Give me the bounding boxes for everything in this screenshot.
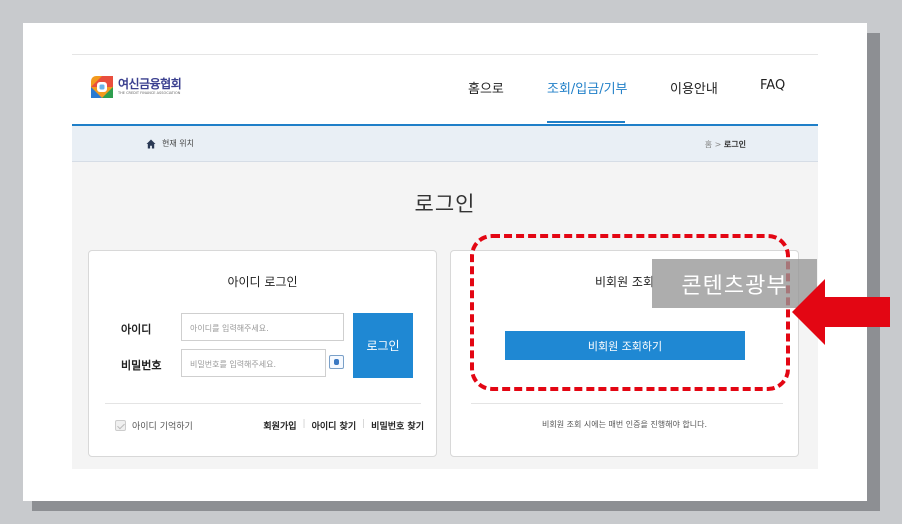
nav-guide[interactable]: 이용안내 xyxy=(670,78,718,97)
site-logo[interactable]: 여신금융협회 THE CREDIT FINANCE ASSOCIATION xyxy=(90,75,182,99)
id-input[interactable]: 아이디를 입력해주세요. xyxy=(181,313,344,341)
remember-id[interactable]: 아이디 기억하기 xyxy=(115,419,193,432)
nav-home[interactable]: 홈으로 xyxy=(468,78,504,97)
nav-inquiry[interactable]: 조회/입금/기부 xyxy=(547,78,628,97)
divider xyxy=(105,403,421,404)
arrow-left-icon xyxy=(792,279,890,345)
account-links: 회원가입 | 아이디 찾기 | 비밀번호 찾기 xyxy=(263,419,424,432)
find-pw-link[interactable]: 비밀번호 찾기 xyxy=(371,419,424,432)
breadcrumb: 현재 위치 홈 > 로그인 xyxy=(72,126,818,162)
login-button[interactable]: 로그인 xyxy=(353,313,413,378)
guest-note: 비회원 조회 시에는 매번 인증을 진행해야 합니다. xyxy=(542,420,707,429)
logo-icon xyxy=(91,76,113,98)
pw-input[interactable]: 비밀번호를 입력해주세요. xyxy=(181,349,326,377)
id-login-title: 아이디 로그인 xyxy=(227,275,298,289)
link-separator: | xyxy=(302,419,306,429)
nav-active-indicator xyxy=(547,121,625,123)
join-link[interactable]: 회원가입 xyxy=(263,419,296,432)
home-icon xyxy=(146,139,156,148)
pw-label: 비밀번호 xyxy=(121,359,162,372)
link-separator: | xyxy=(362,419,366,429)
breadcrumb-current: 로그인 xyxy=(723,140,746,149)
top-rule xyxy=(72,54,818,55)
breadcrumb-separator: > xyxy=(714,140,722,149)
breadcrumb-home[interactable]: 홈 xyxy=(705,140,712,149)
id-label: 아이디 xyxy=(121,323,152,336)
nav-faq[interactable]: FAQ xyxy=(760,78,785,93)
breadcrumb-location-label: 현재 위치 xyxy=(162,139,194,148)
page-title: 로그인 xyxy=(414,192,476,216)
logo-subtitle: THE CREDIT FINANCE ASSOCIATION xyxy=(118,91,181,96)
keyboard-icon[interactable] xyxy=(329,355,344,369)
checkbox-icon[interactable] xyxy=(115,420,126,431)
remember-label: 아이디 기억하기 xyxy=(132,422,193,432)
highlight-box xyxy=(470,234,790,391)
id-login-card: 아이디 로그인 아이디 아이디를 입력해주세요. 비밀번호 비밀번호를 입력해주… xyxy=(88,250,437,457)
divider xyxy=(471,403,783,404)
find-id-link[interactable]: 아이디 찾기 xyxy=(312,419,357,432)
logo-name: 여신금융협회 xyxy=(118,77,182,92)
